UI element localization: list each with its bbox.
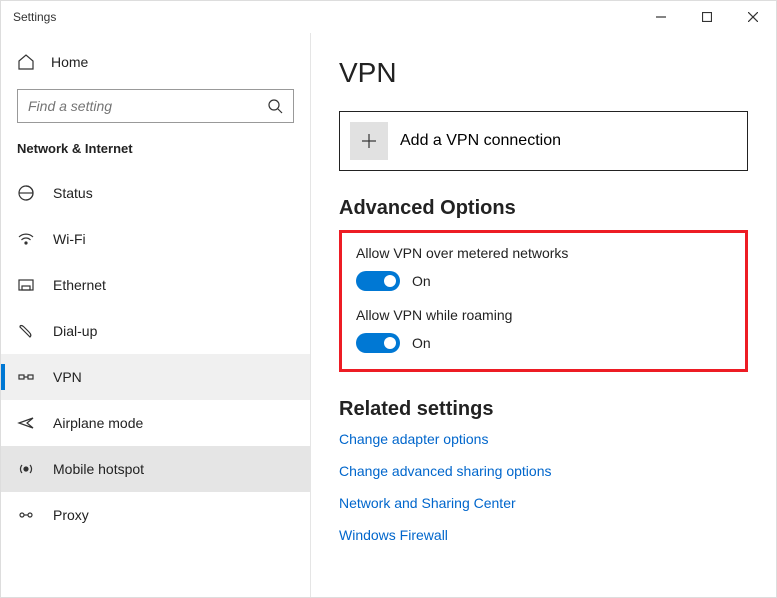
plus-icon	[350, 122, 388, 160]
sidebar-item-status[interactable]: Status	[1, 170, 310, 216]
toggle-roaming-switch[interactable]	[356, 333, 400, 353]
sidebar-item-label: Mobile hotspot	[53, 461, 144, 477]
link-adapter-options[interactable]: Change adapter options	[339, 431, 748, 447]
toggle-roaming: Allow VPN while roaming On	[356, 307, 731, 353]
vpn-icon	[17, 368, 35, 386]
toggle-metered: Allow VPN over metered networks On	[356, 245, 731, 291]
search-input[interactable]	[28, 98, 267, 114]
sidebar-item-vpn[interactable]: VPN	[1, 354, 310, 400]
home-label: Home	[51, 54, 88, 70]
status-icon	[17, 184, 35, 202]
related-heading: Related settings	[339, 398, 748, 421]
sidebar: Home Network & Internet Status Wi-Fi Eth…	[1, 33, 311, 597]
hotspot-icon	[17, 460, 35, 478]
nav-list: Status Wi-Fi Ethernet Dial-up VPN Airpla…	[1, 170, 310, 597]
sidebar-item-label: Wi-Fi	[53, 231, 86, 247]
sidebar-item-label: Airplane mode	[53, 415, 143, 431]
proxy-icon	[17, 506, 35, 524]
add-vpn-button[interactable]: Add a VPN connection	[339, 111, 748, 171]
minimize-button[interactable]	[638, 1, 684, 33]
link-advanced-sharing[interactable]: Change advanced sharing options	[339, 463, 748, 479]
advanced-options-highlight: Allow VPN over metered networks On Allow…	[339, 230, 748, 372]
toggle-state: On	[412, 335, 431, 351]
sidebar-item-airplane[interactable]: Airplane mode	[1, 400, 310, 446]
sidebar-item-wifi[interactable]: Wi-Fi	[1, 216, 310, 262]
toggle-label: Allow VPN over metered networks	[356, 245, 731, 261]
sidebar-item-label: Status	[53, 185, 93, 201]
add-vpn-label: Add a VPN connection	[400, 132, 561, 150]
sidebar-item-label: Proxy	[53, 507, 89, 523]
wifi-icon	[17, 230, 35, 248]
sidebar-item-hotspot[interactable]: Mobile hotspot	[1, 446, 310, 492]
window-controls	[638, 1, 776, 33]
sidebar-item-proxy[interactable]: Proxy	[1, 492, 310, 538]
page-title: VPN	[339, 57, 748, 89]
link-network-sharing-center[interactable]: Network and Sharing Center	[339, 495, 748, 511]
close-button[interactable]	[730, 1, 776, 33]
sidebar-item-dialup[interactable]: Dial-up	[1, 308, 310, 354]
sidebar-item-ethernet[interactable]: Ethernet	[1, 262, 310, 308]
home-icon	[17, 53, 35, 71]
toggle-metered-switch[interactable]	[356, 271, 400, 291]
search-icon	[267, 98, 283, 114]
home-button[interactable]: Home	[1, 43, 310, 81]
titlebar: Settings	[1, 1, 776, 33]
sidebar-item-label: VPN	[53, 369, 82, 385]
advanced-heading: Advanced Options	[339, 197, 748, 220]
sidebar-item-label: Dial-up	[53, 323, 97, 339]
related-links: Change adapter options Change advanced s…	[339, 431, 748, 543]
toggle-state: On	[412, 273, 431, 289]
ethernet-icon	[17, 276, 35, 294]
search-box[interactable]	[17, 89, 294, 123]
link-windows-firewall[interactable]: Windows Firewall	[339, 527, 748, 543]
main-panel: VPN Add a VPN connection Advanced Option…	[311, 33, 776, 597]
toggle-label: Allow VPN while roaming	[356, 307, 731, 323]
dialup-icon	[17, 322, 35, 340]
sidebar-item-label: Ethernet	[53, 277, 106, 293]
airplane-icon	[17, 414, 35, 432]
maximize-button[interactable]	[684, 1, 730, 33]
window-title: Settings	[1, 10, 56, 24]
section-title: Network & Internet	[1, 141, 310, 170]
